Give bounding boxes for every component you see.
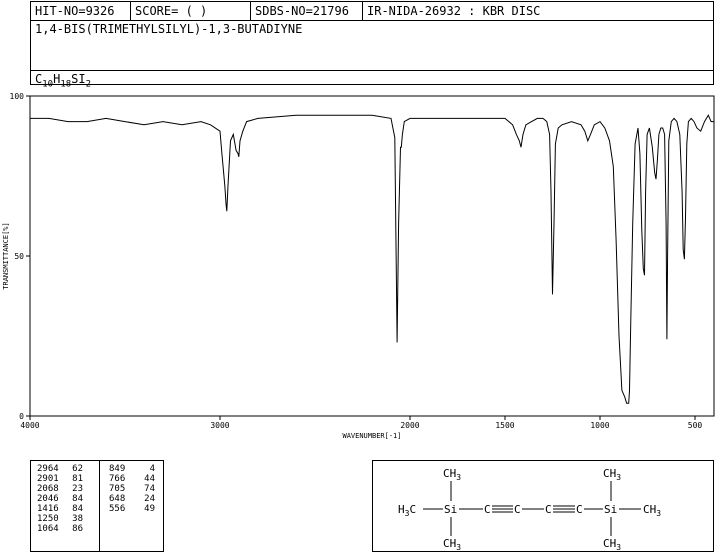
peak-wavenumber: 2046	[37, 494, 59, 504]
carbon-4: C	[576, 503, 583, 516]
spectrum-line	[30, 114, 714, 404]
peak-list-right: 849 4 766 44 705 74 648 24 556 49	[109, 464, 155, 514]
peak-row: 1250 38	[37, 514, 83, 524]
x-tick-label: 500	[688, 421, 703, 430]
ch3-right: CH3	[643, 503, 661, 518]
x-tick-label: 3000	[210, 421, 229, 430]
peak-wavenumber: 1250	[37, 514, 59, 524]
ch3-bottom-right: CH3	[603, 537, 621, 551]
peak-row: 1416 84	[37, 504, 83, 514]
compound-name: 1,4-BIS(TRIMETHYLSILYL)-1,3-BUTADIYNE	[35, 22, 303, 36]
peak-wavenumber: 705	[109, 484, 126, 494]
x-axis-label: WAVENUMBER[-1]	[342, 432, 401, 440]
carbon-2: C	[514, 503, 521, 516]
peak-wavenumber: 849	[109, 464, 126, 474]
peak-wavenumber: 648	[109, 494, 126, 504]
peak-wavenumber: 2068	[37, 484, 59, 494]
peak-transmittance: 74	[144, 484, 155, 494]
peak-row: 556 49	[109, 504, 155, 514]
y-tick-label: 0	[19, 412, 24, 421]
plot-frame	[29, 95, 715, 417]
peak-row: 648 24	[109, 494, 155, 504]
x-tick-label: 1000	[590, 421, 609, 430]
si-left: Si	[444, 503, 457, 516]
carbon-3: C	[545, 503, 552, 516]
h3c-left: H3C	[398, 503, 416, 518]
peak-wavenumber: 556	[109, 504, 126, 514]
peak-row: 766 44	[109, 474, 155, 484]
peak-transmittance: 49	[144, 504, 155, 514]
ir-spectrum-chart: 4000 3000 2000 1500 1000 500 0 50 100 WAVENUMBER[…	[2, 92, 715, 440]
peak-wavenumber: 2901	[37, 474, 59, 484]
peak-table-divider	[99, 461, 100, 551]
peak-transmittance: 38	[72, 514, 83, 524]
x-tick-label: 2000	[400, 421, 419, 430]
sdbs-number: SDBS-NO=21796	[251, 2, 363, 20]
peak-transmittance: 24	[144, 494, 155, 504]
peak-wavenumber: 766	[109, 474, 126, 484]
ch3-bottom-left: CH3	[443, 537, 461, 551]
peak-transmittance: 44	[144, 474, 155, 484]
hit-number: HIT-NO=9326	[31, 2, 131, 20]
ch3-top-left: CH3	[443, 467, 461, 482]
peak-wavenumber: 1416	[37, 504, 59, 514]
peak-table: 2964 62 2901 81 2068 23 2046 84 1416 84 1250 38 1064…	[30, 460, 164, 552]
spectrum-header: HIT-NO=9326 SCORE= ( ) SDBS-NO=21796 IR-…	[30, 1, 714, 89]
peak-transmittance: 23	[72, 484, 83, 494]
peak-list-left: 2964 62 2901 81 2068 23 2046 84 1416 84 1250 38 1064…	[37, 464, 83, 534]
peak-wavenumber: 2964	[37, 464, 59, 474]
peak-row: 2068 23	[37, 484, 83, 494]
carbon-1: C	[484, 503, 491, 516]
score: SCORE= ( )	[131, 2, 251, 20]
x-tick-label: 4000	[20, 421, 39, 430]
x-tick-label: 1500	[495, 421, 514, 430]
peak-transmittance: 62	[72, 464, 83, 474]
structure-box: CH3 CH3 H3C Si C C C C Si CH3 CH3 CH3	[372, 460, 714, 552]
header-row: HIT-NO=9326 SCORE= ( ) SDBS-NO=21796 IR-…	[31, 2, 713, 21]
peak-row: 849 4	[109, 464, 155, 474]
y-tick-label: 100	[10, 92, 25, 101]
peak-wavenumber: 1064	[37, 524, 59, 534]
peak-transmittance: 84	[72, 504, 83, 514]
molecule-structure: CH3 CH3 H3C Si C C C C Si CH3 CH3 CH3	[398, 467, 661, 552]
peak-row: 2046 84	[37, 494, 83, 504]
peak-transmittance: 81	[72, 474, 83, 484]
formula-divider	[31, 70, 713, 71]
peak-transmittance: 84	[72, 494, 83, 504]
y-tick-label: 50	[14, 252, 24, 261]
si-right: Si	[604, 503, 617, 516]
y-axis-label: TRANSMITTANCE[%]	[2, 222, 10, 289]
ch3-top-right: CH3	[603, 467, 621, 482]
ir-info: IR-NIDA-26932 : KBR DISC	[367, 4, 541, 18]
peak-row: 2964 62	[37, 464, 83, 474]
peak-transmittance: 86	[72, 524, 83, 534]
peak-row: 1064 86	[37, 524, 83, 534]
peak-row: 705 74	[109, 484, 155, 494]
peak-transmittance: 4	[149, 464, 155, 474]
peak-row: 2901 81	[37, 474, 83, 484]
